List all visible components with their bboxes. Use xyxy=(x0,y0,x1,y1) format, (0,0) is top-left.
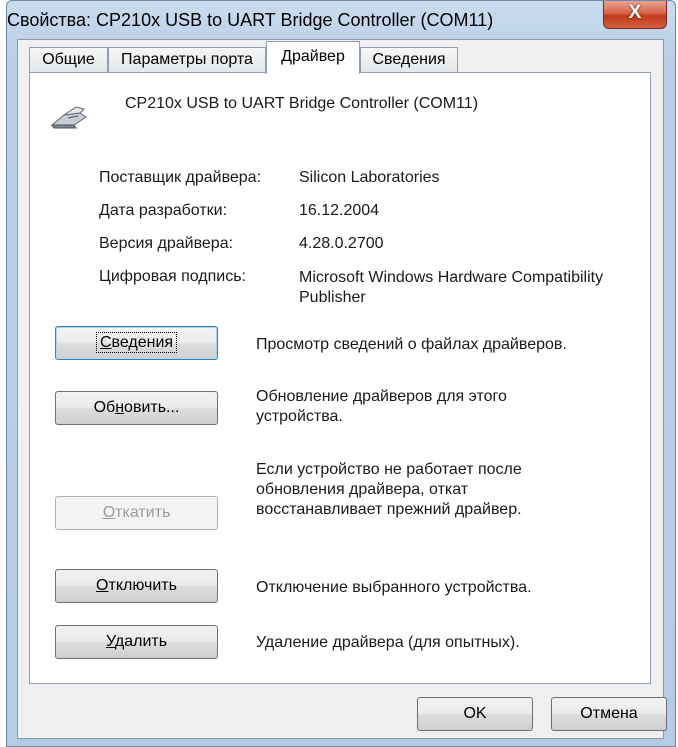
tab-driver[interactable]: Драйвер xyxy=(266,41,360,74)
rollback-button[interactable]: Откатить xyxy=(55,496,218,530)
details-description: Просмотр сведений о файлах драйверов. xyxy=(256,336,567,353)
update-description: Обновление драйверов для этого устройств… xyxy=(256,388,507,425)
disable-device-button[interactable]: Отключить xyxy=(55,569,218,603)
uninstall-description: Удаление драйвера (для опытных). xyxy=(256,634,520,651)
tab-port-settings-label: Параметры порта xyxy=(121,51,253,68)
driver-tab-panel: CP210x USB to UART Bridge Controller (CO… xyxy=(29,72,651,684)
update-post: овить... xyxy=(124,399,180,416)
rollback-post: ткатить xyxy=(115,504,171,521)
update-accel: н xyxy=(115,399,125,416)
close-icon: X xyxy=(628,2,642,23)
update-pre: Об xyxy=(93,399,116,416)
version-label: Версия драйвера: xyxy=(99,235,234,252)
tab-port-settings[interactable]: Параметры порта xyxy=(108,47,266,73)
details-accel: С xyxy=(99,334,112,351)
tab-details-label: Сведения xyxy=(372,51,446,68)
tab-general[interactable]: Общие xyxy=(29,47,108,73)
date-value: 16.12.2004 xyxy=(299,202,380,219)
tab-driver-label: Драйвер xyxy=(281,48,345,65)
uninstall-driver-button[interactable]: Удалить xyxy=(55,625,218,659)
window-title: Свойства: CP210x USB to UART Bridge Cont… xyxy=(7,10,494,30)
tab-details[interactable]: Сведения xyxy=(360,47,458,73)
close-button[interactable]: X xyxy=(603,1,667,29)
title-bar[interactable]: Свойства: CP210x USB to UART Bridge Cont… xyxy=(7,1,675,37)
disable-post: тключить xyxy=(108,577,177,594)
properties-window: Свойства: CP210x USB to UART Bridge Cont… xyxy=(6,0,676,747)
signature-value: Microsoft Windows Hardware Compatibility… xyxy=(299,269,604,306)
uninstall-post: далить xyxy=(114,633,168,650)
details-button[interactable]: Сведения xyxy=(55,326,218,360)
date-label: Дата разработки: xyxy=(99,202,228,219)
update-driver-button[interactable]: Обновить... xyxy=(55,391,218,425)
device-name: CP210x USB to UART Bridge Controller (CO… xyxy=(125,95,479,112)
cancel-button[interactable]: Отмена xyxy=(551,697,667,731)
details-post: ведения xyxy=(111,334,174,351)
tab-general-label: Общие xyxy=(42,51,95,68)
serial-port-cable-icon xyxy=(50,106,87,129)
rollback-description: Если устройство не работает после обновл… xyxy=(256,461,522,518)
signature-label: Цифровая подпись: xyxy=(99,268,246,285)
disable-description: Отключение выбранного устройства. xyxy=(256,579,532,596)
uninstall-accel: У xyxy=(105,633,115,650)
details-button-label: Сведения xyxy=(95,332,178,353)
provider-label: Поставщик драйвера: xyxy=(99,169,262,186)
provider-value: Silicon Laboratories xyxy=(299,169,440,186)
ok-button[interactable]: OK xyxy=(417,697,533,731)
rollback-accel: О xyxy=(102,504,116,521)
version-value: 4.28.0.2700 xyxy=(299,235,384,252)
disable-accel: О xyxy=(96,577,109,594)
